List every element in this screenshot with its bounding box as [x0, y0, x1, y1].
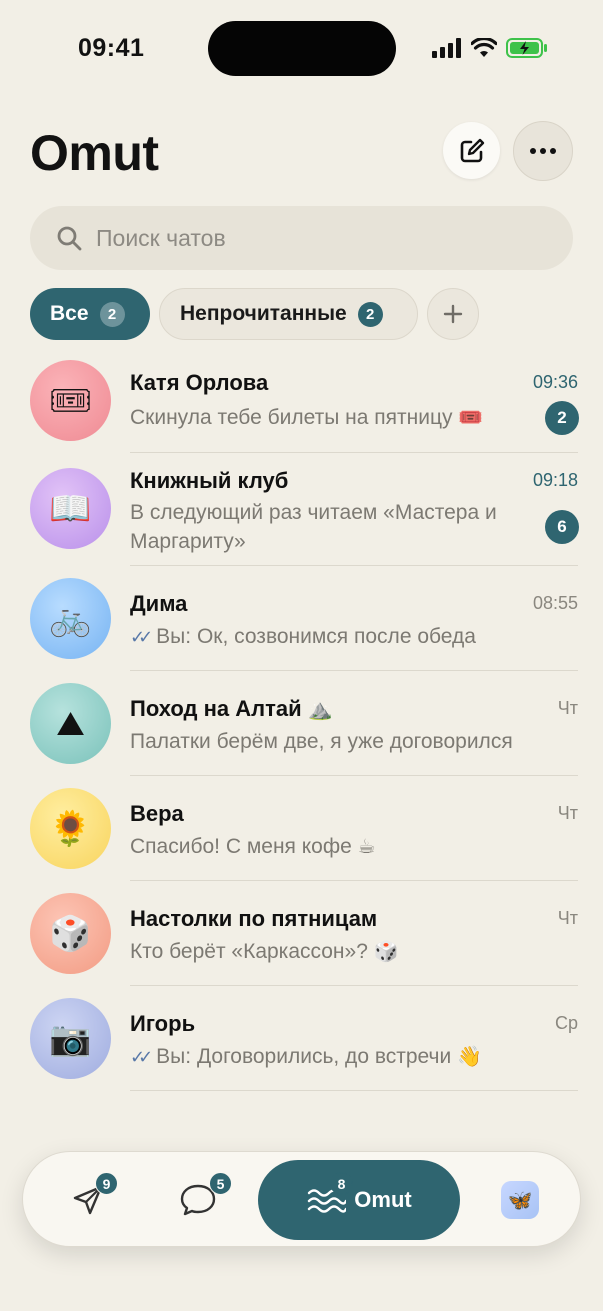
chat-time: 08:55 [532, 593, 578, 613]
avatar: 📷 [30, 998, 111, 1079]
plus-icon [443, 304, 463, 324]
filter-all-count: 2 [99, 301, 125, 327]
chat-time: 09:36 [532, 372, 578, 392]
unread-badge: 2 [545, 401, 579, 435]
dynamic-island [208, 21, 396, 76]
tab-profile[interactable]: 🦋 [493, 1152, 547, 1248]
dice-icon: 🎲 [49, 913, 92, 954]
read-checkmarks-icon: ✓✓ [130, 627, 153, 648]
search-icon [57, 226, 82, 251]
filter-chips: Все 2 Непрочитанные 2 [30, 288, 479, 340]
compose-icon [460, 138, 484, 162]
chats-badge: 5 [209, 1172, 232, 1195]
signal-icon [432, 38, 461, 58]
tab-chats[interactable]: 5 [163, 1152, 233, 1248]
chat-item[interactable]: ⛰ Поход на Алтай ⛰️ Чт Палатки берём две… [0, 670, 603, 776]
avatar: 🚲 [30, 578, 111, 659]
coffee-icon: ☕ [357, 834, 376, 858]
avatar: 📖 [30, 468, 111, 549]
filter-all[interactable]: Все 2 [30, 288, 150, 340]
chat-item[interactable]: 🎟 Катя Орлова 09:36 Скинула тебе билеты … [0, 356, 603, 453]
ticket-icon: 🎟 [48, 380, 93, 421]
send-badge: 9 [95, 1172, 118, 1195]
chat-time: Чт [557, 698, 578, 718]
chat-time: 09:18 [532, 470, 578, 490]
avatar: 🎟 [30, 360, 111, 441]
chat-name: Катя Орлова [130, 370, 269, 395]
chat-message: Палатки берём две, я уже договорился [130, 730, 513, 753]
chat-time: Чт [557, 908, 578, 928]
avatar: 🎲 [30, 893, 111, 974]
chat-message: В следующий раз читаем «Мастера и Маргар… [130, 501, 497, 553]
chat-name: Книжный клуб [130, 468, 289, 493]
sunflower-icon: 🌻 [49, 808, 92, 849]
status-bar: 09:41 [0, 0, 603, 96]
filter-unread[interactable]: Непрочитанные 2 [159, 288, 418, 340]
tab-omut[interactable]: 8 Omut [258, 1160, 460, 1240]
chat-name: Игорь [130, 1011, 196, 1036]
chat-message: Скинула тебе билеты на пятницу 🎟️ [130, 405, 484, 429]
filter-unread-label: Непрочитанные [180, 302, 347, 325]
chat-time: Ср [554, 1013, 578, 1033]
compose-button[interactable] [443, 122, 500, 179]
chat-item[interactable]: 🎲 Настолки по пятницам Чт Кто берёт «Кар… [0, 880, 603, 986]
mountain-icon: ⛰️ [307, 697, 333, 721]
add-filter-button[interactable] [427, 288, 479, 340]
more-icon [530, 148, 556, 154]
tab-bar: 9 5 8 Omut 🦋 [22, 1151, 581, 1247]
chat-name: Поход на Алтай ⛰️ [130, 696, 333, 721]
book-icon: 📖 [49, 488, 92, 529]
mountain-icon: ⛰ [56, 703, 85, 744]
chat-message: ✓✓ Вы: Ок, созвонимся после обеда [130, 625, 476, 648]
chat-item[interactable]: 🌻 Вера Чт Спасибо! С меня кофе ☕ [0, 775, 603, 881]
waving-hand-icon: 👋 [457, 1044, 482, 1068]
omut-badge: 8 [330, 1172, 353, 1195]
butterfly-icon: 🦋 [501, 1181, 539, 1219]
dice-icon: 🎲 [373, 939, 399, 963]
unread-badge: 6 [545, 510, 579, 544]
status-icons [432, 37, 548, 59]
battery-icon [506, 38, 547, 58]
tab-omut-label: Omut [354, 1187, 412, 1212]
chat-message: ✓✓ Вы: Договорились, до встречи 👋 [130, 1044, 482, 1068]
camera-icon: 📷 [49, 1018, 92, 1059]
filter-all-label: Все [50, 302, 89, 325]
read-checkmarks-icon: ✓✓ [130, 1047, 153, 1068]
avatar: 🌻 [30, 788, 111, 869]
tab-send[interactable]: 9 [53, 1152, 123, 1248]
ticket-icon: 🎟️ [458, 405, 484, 429]
avatar: ⛰ [30, 683, 111, 764]
app-title: Omut [30, 125, 159, 181]
search-placeholder: Поиск чатов [96, 224, 226, 251]
wifi-icon [471, 38, 497, 57]
chat-message: Кто берёт «Каркассон»? 🎲 [130, 939, 399, 963]
chat-time: Чт [557, 803, 578, 823]
chat-name: Настолки по пятницам [130, 906, 378, 931]
search-input[interactable]: Поиск чатов [30, 206, 573, 270]
divider [130, 1090, 578, 1091]
chat-name: Вера [130, 801, 184, 826]
filter-unread-count: 2 [357, 301, 383, 327]
status-time: 09:41 [78, 34, 145, 62]
bicycle-icon: 🚲 [49, 598, 92, 639]
chat-name: Дима [130, 591, 188, 616]
more-button[interactable] [513, 121, 573, 181]
chat-item[interactable]: 🚲 Дима 08:55 ✓✓ Вы: Ок, созвонимся после … [0, 565, 603, 671]
chat-item[interactable]: 📷 Игорь Ср ✓✓ Вы: Договорились, до встреч… [0, 985, 603, 1091]
chat-item[interactable]: 📖 Книжный клуб 09:18 В следующий раз чит… [0, 452, 603, 566]
chat-message: Спасибо! С меня кофе ☕ [130, 834, 376, 858]
